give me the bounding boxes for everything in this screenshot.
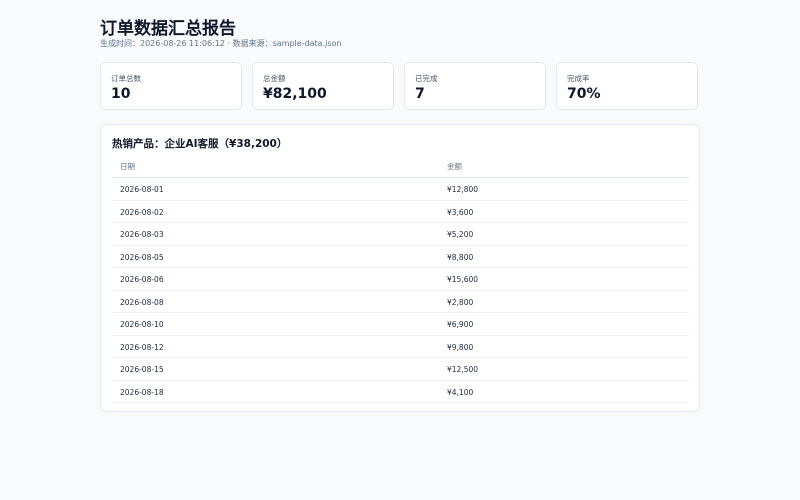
cell-date: 2026-08-12 bbox=[120, 342, 164, 352]
cell-amount: ¥15,600 bbox=[447, 275, 479, 284]
orders-table: 日期 金额 2026-08-01 ¥12,800 2026-08-02 ¥3,6… bbox=[112, 154, 689, 403]
stat-label: 已完成 bbox=[415, 74, 438, 83]
cell-date: 2026-08-06 bbox=[120, 275, 164, 284]
top-product-panel: 热销产品：企业AI客服（¥38,200） 日期 金额 2026-08-01 ¥1… bbox=[100, 124, 700, 412]
cell-date: 2026-08-03 bbox=[120, 230, 164, 239]
cell-date: 2026-08-15 bbox=[120, 365, 164, 374]
stat-label: 完成率 bbox=[567, 74, 590, 83]
cell-date: 2026-08-05 bbox=[120, 252, 164, 262]
stat-card-completion-rate: 完成率 70% bbox=[556, 62, 698, 110]
cell-amount: ¥3,600 bbox=[447, 207, 474, 217]
table-row: 2026-08-12 ¥9,800 bbox=[112, 336, 689, 358]
stat-card-total-amount: 总金额 ¥82,100 bbox=[252, 62, 394, 110]
table-row: 2026-08-03 ¥5,200 bbox=[112, 223, 689, 246]
stat-card-completed: 已完成 7 bbox=[404, 62, 546, 110]
column-header-amount: 金额 bbox=[447, 162, 462, 171]
page-title: 订单数据汇总报告 bbox=[100, 19, 236, 39]
stat-value: 10 bbox=[111, 86, 131, 102]
table-row: 2026-08-18 ¥4,100 bbox=[112, 381, 689, 403]
report-page: 订单数据汇总报告 生成时间：2026-08-26 11:06:12 · 数据来源… bbox=[0, 0, 800, 500]
cell-date: 2026-08-08 bbox=[120, 297, 164, 307]
table-header: 日期 金额 bbox=[112, 154, 689, 178]
cell-amount: ¥9,800 bbox=[447, 342, 474, 352]
table-row: 2026-08-01 ¥12,800 bbox=[112, 178, 689, 201]
page-subtitle: 生成时间：2026-08-26 11:06:12 · 数据来源：sample-d… bbox=[100, 39, 342, 48]
table-row: 2026-08-10 ¥6,900 bbox=[112, 313, 689, 336]
cell-date: 2026-08-01 bbox=[120, 185, 164, 194]
stat-label: 总金额 bbox=[263, 74, 286, 83]
table-row: 2026-08-06 ¥15,600 bbox=[112, 268, 689, 291]
stat-value: ¥82,100 bbox=[263, 86, 327, 102]
cell-amount: ¥5,200 bbox=[447, 230, 474, 239]
cell-date: 2026-08-18 bbox=[120, 387, 164, 397]
cell-amount: ¥8,800 bbox=[447, 252, 474, 262]
panel-title: 热销产品：企业AI客服（¥38,200） bbox=[112, 138, 288, 150]
cell-amount: ¥4,100 bbox=[447, 387, 474, 397]
cell-amount: ¥6,900 bbox=[447, 320, 474, 329]
cell-amount: ¥12,500 bbox=[447, 365, 479, 374]
cell-date: 2026-08-02 bbox=[120, 207, 164, 217]
table-row: 2026-08-15 ¥12,500 bbox=[112, 358, 689, 381]
cell-amount: ¥2,800 bbox=[447, 297, 474, 307]
cell-date: 2026-08-10 bbox=[120, 320, 164, 329]
table-row: 2026-08-05 ¥8,800 bbox=[112, 246, 689, 268]
cell-amount: ¥12,800 bbox=[447, 185, 479, 194]
stats-cards: 订单总数 10 总金额 ¥82,100 已完成 7 完成率 70% bbox=[100, 62, 700, 111]
stat-card-total-orders: 订单总数 10 bbox=[100, 62, 242, 110]
stat-value: 7 bbox=[415, 86, 425, 102]
column-header-date: 日期 bbox=[120, 162, 135, 171]
table-row: 2026-08-02 ¥3,600 bbox=[112, 201, 689, 223]
stat-label: 订单总数 bbox=[111, 74, 141, 83]
table-row: 2026-08-08 ¥2,800 bbox=[112, 291, 689, 313]
stat-value: 70% bbox=[567, 86, 601, 102]
